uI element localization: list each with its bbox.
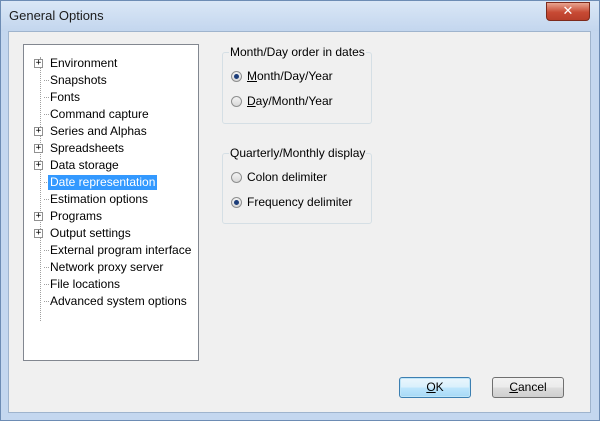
tree-item-label: Fonts: [50, 90, 81, 104]
expand-icon[interactable]: +: [34, 144, 43, 153]
tree-item-label: Output settings: [50, 226, 131, 240]
tree-item-spreadsheets[interactable]: + Spreadsheets: [24, 140, 198, 157]
colon-delimiter-label: Colon delimiter: [247, 170, 328, 184]
close-button[interactable]: ✕: [546, 2, 590, 21]
tree-item-label: Programs: [50, 209, 103, 223]
tree-item-external-program-interface[interactable]: External program interface: [24, 242, 198, 259]
dialog-body: + Environment Snapshots Fonts Command ca…: [8, 31, 591, 413]
day-month-year-label: Day/Month/Year: [247, 94, 333, 108]
frequency-delimiter-label: Frequency delimiter: [247, 195, 353, 209]
tree-item-programs[interactable]: + Programs: [24, 208, 198, 225]
cancel-button[interactable]: Cancel: [492, 377, 564, 398]
options-tree[interactable]: + Environment Snapshots Fonts Command ca…: [23, 44, 199, 361]
ok-button-label: OK: [426, 380, 444, 394]
date-order-group-title: Month/Day order in dates: [229, 45, 366, 60]
tree-item-network-proxy-server[interactable]: Network proxy server: [24, 259, 198, 276]
tree-item-label: Advanced system options: [50, 294, 187, 308]
expand-icon[interactable]: +: [34, 212, 43, 221]
tree-item-date-representation[interactable]: Date representation: [24, 174, 198, 191]
tree-item-label: Estimation options: [50, 192, 149, 206]
tree-item-label: Environment: [50, 56, 118, 70]
dialog-window: General Options ✕ + Environment Snapshot…: [0, 0, 600, 421]
tree-item-fonts[interactable]: Fonts: [24, 89, 198, 106]
expand-icon[interactable]: +: [34, 127, 43, 136]
expand-icon[interactable]: +: [34, 229, 43, 238]
tree-item-advanced-system-options[interactable]: Advanced system options: [24, 293, 198, 310]
tree-item-command-capture[interactable]: Command capture: [24, 106, 198, 123]
window-title: General Options: [9, 8, 104, 23]
tree-item-output-settings[interactable]: + Output settings: [24, 225, 198, 242]
tree-item-data-storage[interactable]: + Data storage: [24, 157, 198, 174]
tree-item-label: Series and Alphas: [50, 124, 147, 138]
expand-icon[interactable]: +: [34, 161, 43, 170]
radio-selected-icon[interactable]: [231, 197, 242, 208]
month-day-year-label: Month/Day/Year: [247, 69, 333, 83]
radio-unselected-icon[interactable]: [231, 96, 242, 107]
tree-item-label: Command capture: [50, 107, 149, 121]
expand-icon[interactable]: +: [34, 59, 43, 68]
tree-item-snapshots[interactable]: Snapshots: [24, 72, 198, 89]
tree-item-label: Snapshots: [50, 73, 107, 87]
tree-item-file-locations[interactable]: File locations: [24, 276, 198, 293]
radio-unselected-icon[interactable]: [231, 172, 242, 183]
tree-item-label: Data storage: [50, 158, 119, 172]
tree-item-series-and-alphas[interactable]: + Series and Alphas: [24, 123, 198, 140]
quarterly-monthly-display-group: Quarterly/Monthly display Colon delimite…: [222, 146, 372, 224]
tree-item-label: File locations: [50, 277, 121, 291]
tree-item-label: Spreadsheets: [50, 141, 125, 155]
tree-item-label: Network proxy server: [50, 260, 164, 274]
tree-item-estimation-options[interactable]: Estimation options: [24, 191, 198, 208]
tree-item-label: External program interface: [50, 243, 192, 257]
title-bar[interactable]: General Options ✕: [1, 1, 599, 31]
display-group-title: Quarterly/Monthly display: [229, 146, 367, 161]
tree-item-environment[interactable]: + Environment: [24, 55, 198, 72]
close-icon: ✕: [562, 4, 574, 19]
tree-item-label-selected: Date representation: [48, 175, 158, 190]
ok-button[interactable]: OK: [399, 377, 471, 398]
radio-selected-icon[interactable]: [231, 71, 242, 82]
date-order-group: Month/Day order in dates Month/Day/Year …: [222, 45, 372, 124]
cancel-button-label: Cancel: [509, 380, 547, 394]
